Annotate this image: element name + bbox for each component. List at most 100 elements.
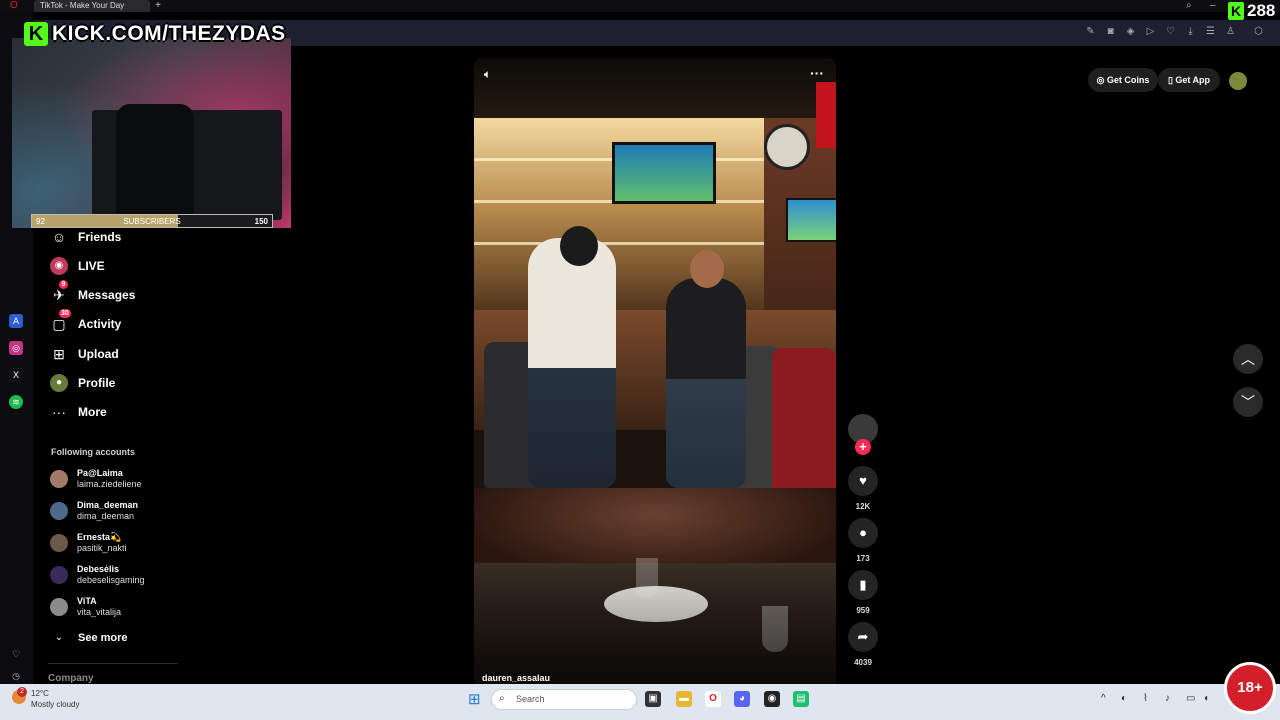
sidebar-item-label: Messages <box>78 288 136 302</box>
following-accounts-title: Following accounts <box>51 447 136 457</box>
kick-counter-logo-icon: K <box>1228 2 1244 20</box>
friends-icon: ☺ <box>51 229 67 245</box>
volume-tray-icon[interactable]: ◖ <box>1203 693 1209 704</box>
chevron-down-icon: ﹀ <box>1241 394 1255 410</box>
see-more-button[interactable]: ⌄ See more <box>50 627 128 649</box>
subscriber-goal: 150 <box>254 217 268 226</box>
new-tab-button[interactable]: + <box>153 0 163 12</box>
account-username: laima.ziedeliene <box>77 479 142 489</box>
browser-tab[interactable]: TikTok - Make Your Day <box>34 0 150 12</box>
edit-icon[interactable]: ✎ <box>1085 26 1096 37</box>
sidebar-item-friends[interactable]: ☺ Friends <box>50 226 122 248</box>
sidebar-item-live[interactable]: ◉ LIVE <box>50 255 105 277</box>
app-icon[interactable]: ▤ <box>793 691 809 707</box>
account-username: pasitik_nakti <box>77 543 127 553</box>
menu-icon[interactable]: ☰ <box>1205 26 1216 37</box>
account-username: dima_deeman <box>77 511 135 521</box>
display-icon[interactable]: ▭ <box>1186 693 1195 704</box>
get-coins-button[interactable]: ◎ Get Coins <box>1088 68 1158 92</box>
video-more-options-icon[interactable]: ··· <box>808 66 826 80</box>
get-app-button[interactable]: ▯ Get App <box>1158 68 1220 92</box>
account-display-name: Dima_deeman <box>77 500 139 510</box>
windows-taskbar <box>0 684 1280 720</box>
heart-icon[interactable]: ♡ <box>1165 26 1176 37</box>
video-author[interactable]: dauren_assalau <box>482 673 550 683</box>
more-icon: ··· <box>52 404 66 420</box>
follow-plus-icon[interactable]: + <box>855 439 871 455</box>
task-view-icon[interactable]: ▣ <box>645 691 661 707</box>
sidebar-item-activity[interactable]: ▢ 30 Activity <box>50 309 121 335</box>
next-video-button[interactable]: ﹀ <box>1233 387 1263 417</box>
activity-icon: ▢ 30 <box>52 309 71 332</box>
chevron-up-icon: ︿ <box>1241 351 1255 367</box>
notification-badge: 9 <box>59 280 68 289</box>
kick-channel-label: KICK.COM/THEZYDAS <box>52 22 286 45</box>
chevron-down-icon: ⌄ <box>54 632 64 643</box>
weather-description: Mostly cloudy <box>31 700 80 709</box>
browser-search-icon[interactable]: ⌕ <box>1186 0 1192 12</box>
account-username: vita_vitalija <box>77 607 122 617</box>
get-app-label: Get App <box>1175 75 1211 85</box>
avatar <box>50 598 68 616</box>
account-icon[interactable]: ♙ <box>1225 26 1236 37</box>
opera-logo-icon[interactable]: O <box>10 0 22 12</box>
discord-icon[interactable]: ◕ <box>734 691 750 707</box>
previous-video-button[interactable]: ︿ <box>1233 344 1263 374</box>
profile-icon: ● <box>50 374 68 392</box>
taskbar-search[interactable]: Search <box>491 689 637 710</box>
play-icon[interactable]: ▷ <box>1145 26 1156 37</box>
following-account-item[interactable]: Debesėlis debeselisgaming <box>50 560 145 590</box>
file-explorer-icon[interactable]: ▬ <box>676 691 692 707</box>
messages-icon: ✈ 9 <box>50 280 68 304</box>
microphone-icon[interactable]: ♪ <box>1165 693 1170 704</box>
share-icon: ➦ <box>857 629 869 644</box>
sidebar-item-label: Profile <box>78 376 116 390</box>
browser-tab-strip <box>0 0 1280 12</box>
following-account-item[interactable]: Dima_deeman dima_deeman <box>50 496 138 526</box>
minimize-icon[interactable]: – <box>1210 0 1216 12</box>
live-icon: ◉ <box>50 257 68 275</box>
tray-network-icon[interactable]: ⌇ <box>1143 693 1148 704</box>
shield-icon[interactable]: ◈ <box>1125 26 1136 37</box>
user-avatar[interactable] <box>1229 72 1247 90</box>
history-icon[interactable]: ◷ <box>9 669 23 683</box>
bookmark-count: 959 <box>856 606 870 615</box>
following-account-item[interactable]: Pa@Laima laima.ziedeliene <box>50 464 142 494</box>
viewer-count: 288 <box>1247 1 1276 20</box>
x-icon[interactable]: X <box>9 368 23 382</box>
tray-chevron-icon[interactable]: ^ <box>1101 693 1106 704</box>
like-count: 12K <box>855 502 871 511</box>
instagram-icon[interactable]: ◎ <box>9 341 23 355</box>
comment-button[interactable]: ● <box>848 518 878 548</box>
favorites-icon[interactable]: ♡ <box>9 647 23 661</box>
obs-icon[interactable]: ◉ <box>764 691 780 707</box>
volume-icon[interactable]: 🔈︎ <box>484 67 498 81</box>
camera-icon[interactable]: ◙ <box>1105 26 1116 37</box>
extensions-icon[interactable]: ⬡ <box>1253 26 1264 37</box>
search-icon: ⌕ <box>499 693 505 704</box>
weather-badge: 2 <box>17 687 27 697</box>
video-player[interactable] <box>474 58 836 684</box>
spotify-icon[interactable]: ≋ <box>9 395 23 409</box>
sidebar-item-more[interactable]: ··· More <box>50 401 107 423</box>
sidebar-item-messages[interactable]: ✈ 9 Messages <box>50 280 136 306</box>
like-button[interactable]: ♥ <box>848 466 878 496</box>
windows-start-icon[interactable]: ⊞ <box>468 692 483 707</box>
kick-logo-icon: K <box>24 22 48 46</box>
bookmark-button[interactable]: ▮ <box>848 570 878 600</box>
tray-app-icon[interactable]: ◐ <box>1121 693 1127 704</box>
following-account-item[interactable]: ViTA vita_vitalija <box>50 592 121 622</box>
heart-icon: ♥ <box>859 473 867 488</box>
weather-temperature: 12°C <box>31 689 49 698</box>
following-account-item[interactable]: Ernesta💫 pasitik_nakti <box>50 528 127 558</box>
opera-taskbar-icon[interactable]: O <box>705 691 721 707</box>
company-link[interactable]: Company <box>48 673 94 684</box>
account-username: debeselisgaming <box>77 575 145 585</box>
share-button[interactable]: ➦ <box>848 622 878 652</box>
sidebar-item-upload[interactable]: ⊞ Upload <box>50 343 119 365</box>
coin-icon: ◎ <box>1096 75 1107 85</box>
download-icon[interactable]: ⤓ <box>1185 26 1196 37</box>
sidebar-item-profile[interactable]: ● Profile <box>50 372 115 394</box>
aria-icon[interactable]: A <box>9 314 23 328</box>
avatar <box>50 566 68 584</box>
